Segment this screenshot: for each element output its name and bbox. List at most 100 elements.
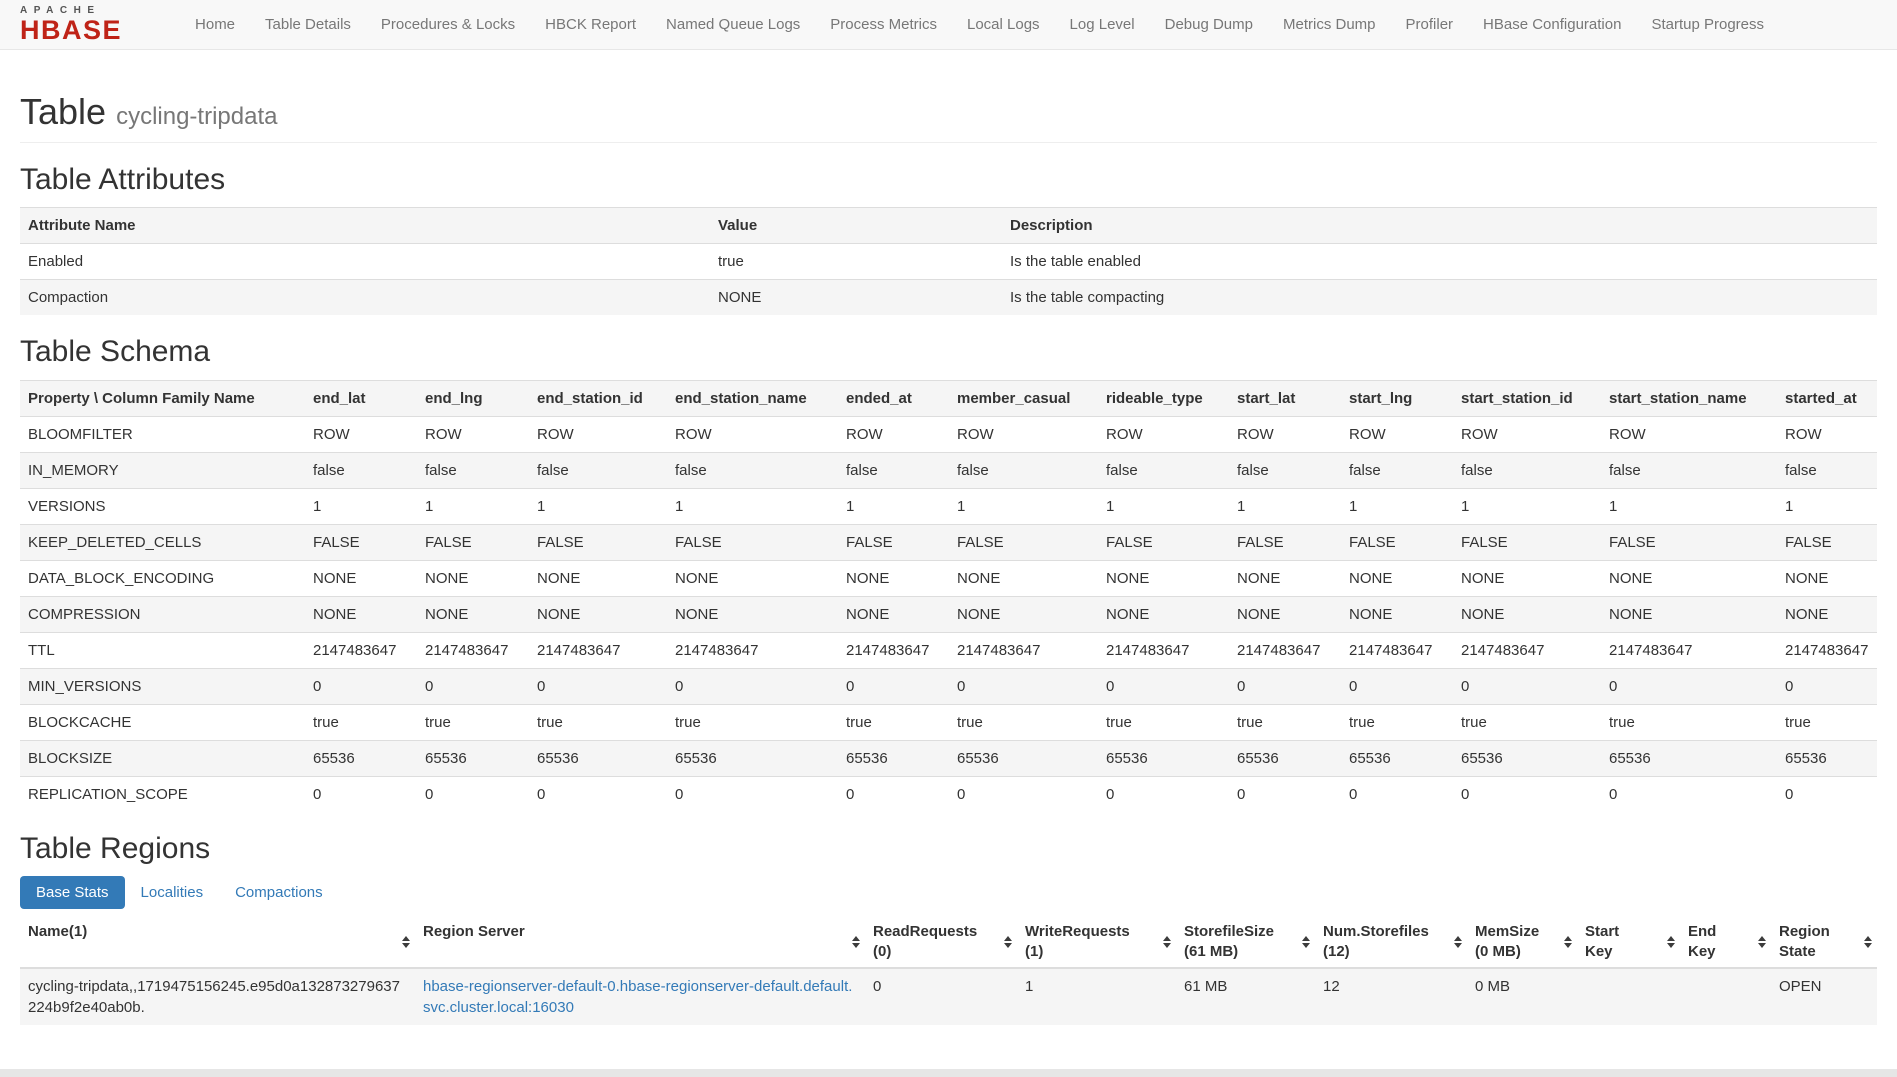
schema-row-versions: VERSIONS111111111111 [20, 488, 1877, 524]
schema-property-value: 65536 [1229, 740, 1341, 776]
nav-item-table-details[interactable]: Table Details [250, 0, 366, 50]
sort-down-arrow [1758, 943, 1766, 948]
schema-property-value: false [1341, 452, 1453, 488]
regions-col-label: Num.Storefiles (12) [1323, 923, 1429, 960]
nav-item-home[interactable]: Home [180, 0, 250, 50]
regions-col-header-writerequests[interactable]: WriteRequests (1) [1017, 917, 1176, 968]
sort-down-arrow [1302, 943, 1310, 948]
sort-icon[interactable] [1864, 936, 1872, 948]
nav-item-hbck-report[interactable]: HBCK Report [530, 0, 651, 50]
regions-heading: Table Regions [20, 832, 1877, 867]
region-mem-size: 0 MB [1467, 968, 1577, 1025]
sort-icon[interactable] [1004, 936, 1012, 948]
sort-icon[interactable] [1454, 936, 1462, 948]
regions-col-header-name-1[interactable]: Name(1) [20, 917, 415, 968]
regions-col-header-end[interactable]: End Key [1680, 917, 1771, 968]
schema-col-header-property: Property \ Column Family Name [20, 380, 305, 416]
regions-col-header-region[interactable]: Region State [1771, 917, 1877, 968]
schema-property-value: true [305, 704, 417, 740]
schema-col-header-end-lng: end_lng [417, 380, 529, 416]
sort-icon[interactable] [1667, 936, 1675, 948]
schema-property-name: KEEP_DELETED_CELLS [20, 524, 305, 560]
schema-property-value: 1 [838, 488, 949, 524]
sort-icon[interactable] [1758, 936, 1766, 948]
regions-col-header-storefilesize[interactable]: StorefileSize (61 MB) [1176, 917, 1315, 968]
schema-property-value: 1 [1098, 488, 1229, 524]
schema-property-value: FALSE [529, 524, 667, 560]
nav-item-local-logs[interactable]: Local Logs [952, 0, 1055, 50]
title-divider [20, 142, 1877, 143]
nav-item-procedures-locks[interactable]: Procedures & Locks [366, 0, 530, 50]
schema-property-value: 1 [949, 488, 1098, 524]
regions-col-header-readrequests[interactable]: ReadRequests (0) [865, 917, 1017, 968]
schema-property-value: 65536 [1777, 740, 1877, 776]
schema-property-value: NONE [1601, 596, 1777, 632]
schema-row-in-memory: IN_MEMORYfalsefalsefalsefalsefalsefalsef… [20, 452, 1877, 488]
schema-property-value: 0 [667, 668, 838, 704]
regions-col-header-num-storefiles[interactable]: Num.Storefiles (12) [1315, 917, 1467, 968]
nav-item-named-queue-logs[interactable]: Named Queue Logs [651, 0, 815, 50]
schema-property-value: ROW [838, 416, 949, 452]
schema-property-value: 1 [529, 488, 667, 524]
sort-up-arrow [1302, 936, 1310, 941]
sort-icon[interactable] [1564, 936, 1572, 948]
schema-row-replication-scope: REPLICATION_SCOPE000000000000 [20, 776, 1877, 812]
schema-property-value: 65536 [305, 740, 417, 776]
nav-item-startup-progress[interactable]: Startup Progress [1636, 0, 1779, 50]
schema-property-value: 1 [1341, 488, 1453, 524]
sort-up-arrow [1004, 936, 1012, 941]
schema-property-value: 1 [417, 488, 529, 524]
region-server-link[interactable]: hbase-regionserver-default-0.hbase-regio… [423, 978, 852, 1016]
nav-item-metrics-dump[interactable]: Metrics Dump [1268, 0, 1391, 50]
attribute-row-compaction: CompactionNONEIs the table compacting [20, 280, 1877, 316]
schema-property-value: ROW [1453, 416, 1601, 452]
regions-col-label: ReadRequests (0) [873, 923, 977, 960]
sort-up-arrow [1163, 936, 1171, 941]
table-regions: Name(1)Region ServerReadRequests (0) Writ… [20, 917, 1877, 1025]
sort-up-arrow [1864, 936, 1872, 941]
region-read-requests: 0 [865, 968, 1017, 1025]
schema-property-value: 0 [305, 668, 417, 704]
schema-property-value: NONE [1453, 560, 1601, 596]
sort-icon[interactable] [1163, 936, 1171, 948]
schema-property-name: COMPRESSION [20, 596, 305, 632]
sort-down-arrow [1163, 943, 1171, 948]
table-name: cycling-tripdata [116, 103, 277, 130]
schema-property-name: BLOCKSIZE [20, 740, 305, 776]
schema-property-value: 0 [1601, 668, 1777, 704]
tab-compactions[interactable]: Compactions [219, 876, 339, 909]
schema-property-value: FALSE [305, 524, 417, 560]
schema-property-value: 1 [305, 488, 417, 524]
regions-col-header-region-server[interactable]: Region Server [415, 917, 865, 968]
schema-property-value: true [417, 704, 529, 740]
schema-property-value: NONE [667, 560, 838, 596]
regions-col-header-memsize[interactable]: MemSize (0 MB) [1467, 917, 1577, 968]
tab-localities[interactable]: Localities [125, 876, 220, 909]
attributes-header-row: Attribute NameValueDescription [20, 208, 1877, 244]
region-row: cycling-tripdata,,1719475156245.e95d0a13… [20, 968, 1877, 1025]
nav-item-log-level[interactable]: Log Level [1055, 0, 1150, 50]
nav-item-debug-dump[interactable]: Debug Dump [1150, 0, 1268, 50]
schema-property-value: FALSE [1777, 524, 1877, 560]
regions-col-header-start[interactable]: Start Key [1577, 917, 1680, 968]
schema-property-value: 0 [1777, 668, 1877, 704]
schema-property-value: false [417, 452, 529, 488]
nav-item-hbase-configuration[interactable]: HBase Configuration [1468, 0, 1636, 50]
sort-icon[interactable] [1302, 936, 1310, 948]
navbar: APACHE HBASE HomeTable DetailsProcedures… [0, 0, 1897, 50]
tab-base-stats[interactable]: Base Stats [20, 876, 125, 909]
sort-icon[interactable] [852, 936, 860, 948]
regions-col-label: WriteRequests (1) [1025, 923, 1130, 960]
nav-item-profiler[interactable]: Profiler [1391, 0, 1469, 50]
schema-property-value: 0 [1341, 668, 1453, 704]
schema-property-value: FALSE [1453, 524, 1601, 560]
schema-property-value: 0 [1229, 776, 1341, 812]
attribute-description: Is the table enabled [1002, 244, 1877, 280]
sort-icon[interactable] [402, 936, 410, 948]
schema-property-value: true [1341, 704, 1453, 740]
nav-item-process-metrics[interactable]: Process Metrics [815, 0, 952, 50]
schema-col-header-end-station-name: end_station_name [667, 380, 838, 416]
schema-col-header-ended-at: ended_at [838, 380, 949, 416]
horizontal-scrollbar[interactable] [0, 1069, 1897, 1077]
hbase-logo[interactable]: APACHE HBASE [8, 3, 134, 46]
